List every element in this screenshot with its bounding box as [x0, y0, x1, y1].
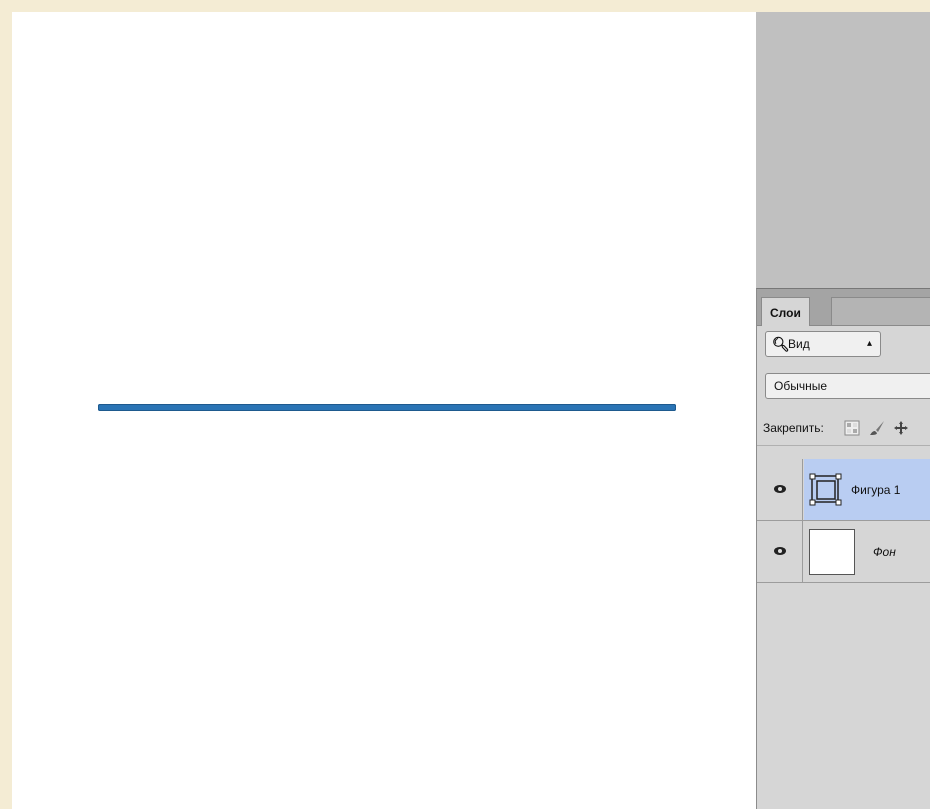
layer-name: Фигура 1: [851, 483, 901, 497]
shape-layer-icon: [809, 473, 842, 506]
tabbar-empty: [831, 297, 930, 325]
tab-layers[interactable]: Слои: [761, 297, 810, 326]
lock-image-pixels-icon[interactable]: [869, 420, 885, 436]
line-shape[interactable]: [98, 404, 676, 411]
visibility-toggle[interactable]: [757, 459, 803, 521]
blend-mode-select[interactable]: Обычные: [765, 373, 930, 399]
lock-row: Закрепить:: [757, 411, 930, 446]
eye-icon: [774, 547, 786, 555]
visibility-toggle[interactable]: [757, 521, 803, 583]
filter-label: Вид: [788, 337, 810, 351]
layers-panel: Слои 🔍︎ Вид ▴ Обычные Закрепить: Фигура …: [756, 288, 930, 809]
layer-name: Фон: [873, 545, 896, 559]
layer-row-shape[interactable]: Фигура 1: [757, 459, 930, 521]
panel-tabbar: Слои: [757, 289, 930, 326]
lock-label: Закрепить:: [763, 421, 824, 435]
eye-icon: [774, 485, 786, 493]
document-canvas[interactable]: [12, 12, 756, 809]
window-frame-left: [0, 0, 12, 809]
layer-row-background[interactable]: Фон: [757, 521, 930, 583]
background-layer-thumbnail: [809, 529, 855, 575]
updown-arrows-icon: ▴: [866, 338, 872, 349]
layer-filter-select[interactable]: 🔍︎ Вид ▴: [765, 331, 881, 357]
lock-transparent-pixels-icon[interactable]: [844, 420, 860, 436]
window-frame-top: [0, 0, 930, 12]
lock-position-icon[interactable]: [893, 420, 909, 436]
